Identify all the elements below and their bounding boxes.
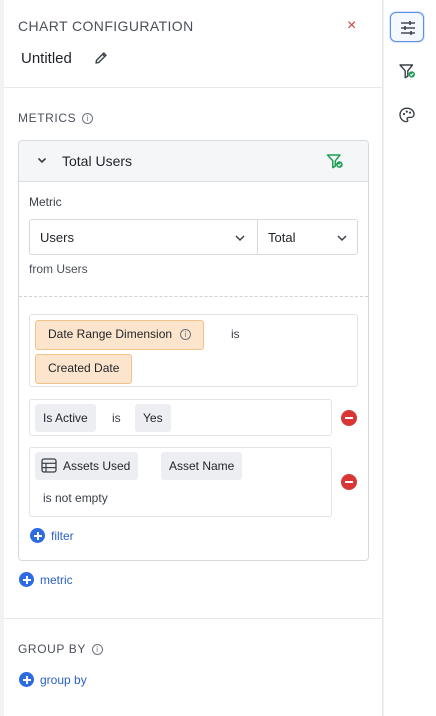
group-by-label-text: GROUP BY	[18, 642, 86, 656]
plus-icon	[30, 528, 45, 543]
metrics-label-text: METRICS	[18, 111, 77, 125]
remove-filter-button[interactable]	[341, 410, 357, 426]
filter-value-chip[interactable]: Created Date	[35, 354, 133, 384]
filter-table-text: Assets Used	[63, 459, 131, 473]
chart-configuration-panel: CHART CONFIGURATION × Untitled METRICS i …	[4, 0, 383, 716]
filter-value-chip[interactable]: Yes	[135, 404, 171, 432]
group-by-info-icon[interactable]: i	[91, 644, 103, 655]
sliders-icon	[401, 21, 415, 35]
metric-select[interactable]: Users	[29, 219, 258, 255]
filter-operator[interactable]: is	[112, 411, 121, 425]
edit-name-icon[interactable]	[93, 50, 109, 66]
chevron-down-icon	[235, 235, 245, 242]
metric-card-header[interactable]: Total Users	[19, 141, 368, 182]
chart-name[interactable]: Untitled	[21, 50, 72, 67]
filter-field-chip[interactable]: Asset Name	[161, 452, 243, 480]
filter-field-text: Date Range Dimension	[48, 327, 173, 341]
add-group-by-label: group by	[40, 673, 87, 687]
filter-field-chip[interactable]: Is Active	[35, 404, 96, 432]
filter-row: Is Active is Yes	[29, 399, 332, 436]
filters-tab[interactable]	[390, 56, 424, 86]
aggregation-select[interactable]: Total	[257, 219, 358, 255]
add-filter-label: filter	[51, 529, 74, 543]
palette-icon	[399, 107, 415, 123]
filter-icon[interactable]	[326, 153, 344, 170]
plus-icon	[19, 572, 34, 587]
filters-divider	[19, 296, 368, 297]
metrics-section-label: METRICS i	[18, 111, 94, 125]
panel-title: CHART CONFIGURATION	[18, 18, 194, 34]
group-by-section-label: GROUP BY i	[18, 642, 103, 656]
filter-row: Date Range Dimension i is Created Date	[29, 314, 358, 387]
filter-icon	[399, 64, 415, 79]
metric-field-label: Metric	[29, 195, 62, 209]
add-filter-button[interactable]: filter	[30, 528, 74, 543]
filter-operator[interactable]: is	[231, 327, 240, 341]
chart-config-tab[interactable]	[390, 12, 424, 42]
metric-source-text: from Users	[29, 262, 88, 276]
plus-icon	[19, 672, 34, 687]
chevron-down-icon[interactable]	[36, 154, 48, 166]
add-metric-label: metric	[40, 573, 73, 587]
header-divider	[4, 87, 383, 88]
table-icon	[41, 458, 57, 473]
remove-filter-button[interactable]	[341, 474, 357, 490]
metric-card-title[interactable]: Total Users	[62, 153, 132, 169]
add-group-by-button[interactable]: group by	[19, 672, 87, 687]
filter-table-chip[interactable]: Assets Used	[35, 452, 139, 480]
add-metric-button[interactable]: metric	[19, 572, 73, 587]
metric-select-value: Users	[40, 230, 74, 245]
filter-operator[interactable]: is not empty	[43, 491, 108, 505]
metrics-info-icon[interactable]: i	[82, 113, 94, 124]
style-tab[interactable]	[390, 100, 424, 130]
close-button[interactable]: ×	[347, 18, 356, 34]
chevron-down-icon	[337, 235, 347, 242]
aggregation-select-value: Total	[268, 230, 296, 245]
filter-row: Assets Used Asset Name is not empty	[29, 447, 332, 517]
filter-field-chip[interactable]: Date Range Dimension i	[35, 320, 205, 350]
info-icon[interactable]: i	[180, 329, 192, 340]
metric-card: Total Users Metric Users Total from User…	[18, 140, 369, 561]
section-divider	[4, 618, 383, 619]
side-toolbar	[384, 0, 436, 716]
